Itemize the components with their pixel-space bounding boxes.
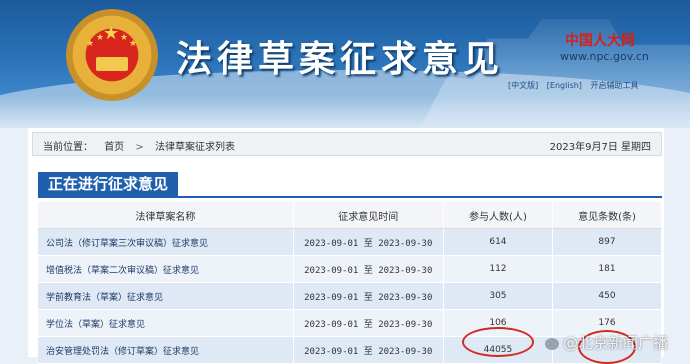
period-to: 至 [363,238,373,249]
period-to: 至 [363,292,373,303]
start-date: 2023-09-01 [304,265,359,276]
link-accessibility[interactable]: 开启辅助工具 [590,81,638,90]
column-header-name: 法律草案名称 [38,202,294,229]
opinions-cell: 181 [552,255,662,283]
current-date: 2023年9月7日 星期四 [549,142,651,153]
participants-cell: 614 [443,228,554,256]
period-to: 至 [363,346,373,357]
column-header-period: 征求意见时间 [293,202,444,229]
draft-name-link[interactable]: 公司法（修订草案三次审议稿）征求意见 [38,228,294,256]
period-to: 至 [363,265,373,276]
end-date: 2023-09-30 [378,265,433,276]
end-date: 2023-09-30 [378,346,433,357]
opinions-cell: 450 [552,282,662,310]
star-icon: ★ [103,23,120,44]
opinions-cell: 897 [552,228,662,256]
period-to: 至 [363,319,373,330]
section-divider [38,196,662,198]
period-cell: 2023-09-01 至 2023-09-30 [293,255,444,283]
npc-logo[interactable]: 中国人大网 [565,30,635,50]
participants-cell: 112 [443,255,554,283]
main-content: 当前位置： 首页 > 法律草案征求列表 2023年9月7日 星期四 正在进行征求… [28,128,664,364]
breadcrumb-separator: > [135,142,144,153]
end-date: 2023-09-30 [378,292,433,303]
period-cell: 2023-09-01 至 2023-09-30 [293,309,444,337]
period-cell: 2023-09-01 至 2023-09-30 [293,282,444,310]
national-emblem-icon: ★ ★ ★ ★ ★ [66,9,158,101]
period-cell: 2023-09-01 至 2023-09-30 [293,228,444,256]
end-date: 2023-09-30 [378,319,433,330]
link-english[interactable]: [English] [547,81,582,90]
table-row[interactable]: 增值税法（草案二次审议稿）征求意见 2023-09-01 至 2023-09-3… [38,255,662,283]
period-cell: 2023-09-01 至 2023-09-30 [293,336,444,364]
table-row[interactable]: 公司法（修订草案三次审议稿）征求意见 2023-09-01 至 2023-09-… [38,228,662,256]
draft-name-link[interactable]: 学位法（草案）征求意见 [38,309,294,337]
tiananmen-gate-icon [96,57,128,71]
column-header-opinions: 意见条数(条) [552,202,662,229]
section-title: 正在进行征求意见 [38,172,179,196]
star-icon: ★ [120,33,129,43]
breadcrumb: 当前位置： 首页 > 法律草案征求列表 [43,138,243,153]
draft-name-link[interactable]: 学前教育法（草案）征求意见 [38,282,294,310]
breadcrumb-label: 当前位置： [43,142,93,153]
draft-name-link[interactable]: 治安管理处罚法（修订草案）征求意见 [38,336,294,364]
npc-url[interactable]: www.npc.gov.cn [560,50,649,63]
highlight-circle-participants [462,327,534,357]
watermark: @北京新闻广播 [545,332,668,353]
header-banner: ★ ★ ★ ★ ★ 法律草案征求意见 中国人大网 www.npc.gov.cn … [0,0,690,128]
column-header-participants: 参与人数(人) [443,202,554,229]
star-icon: ★ [129,39,138,49]
weibo-icon [545,337,559,350]
link-chinese[interactable]: [中文版] [508,81,538,90]
participants-cell: 305 [443,282,554,310]
start-date: 2023-09-01 [304,319,359,330]
star-icon: ★ [86,39,95,49]
star-icon: ★ [96,33,105,43]
start-date: 2023-09-01 [304,238,359,249]
site-title: 法律草案征求意见 [176,38,505,80]
start-date: 2023-09-01 [304,292,359,303]
table-row[interactable]: 学前教育法（草案）征求意见 2023-09-01 至 2023-09-30 30… [38,282,662,310]
breadcrumb-bar: 当前位置： 首页 > 法律草案征求列表 2023年9月7日 星期四 [32,132,662,156]
table-header-row: 法律草案名称 征求意见时间 参与人数(人) 意见条数(条) [38,202,662,229]
breadcrumb-current[interactable]: 法律草案征求列表 [155,142,235,153]
breadcrumb-home[interactable]: 首页 [104,142,124,153]
watermark-text: @北京新闻广播 [563,334,669,352]
end-date: 2023-09-30 [378,238,433,249]
draft-name-link[interactable]: 增值税法（草案二次审议稿）征求意见 [38,255,294,283]
start-date: 2023-09-01 [304,346,359,357]
language-links: [中文版] [English] 开启辅助工具 [508,80,644,91]
